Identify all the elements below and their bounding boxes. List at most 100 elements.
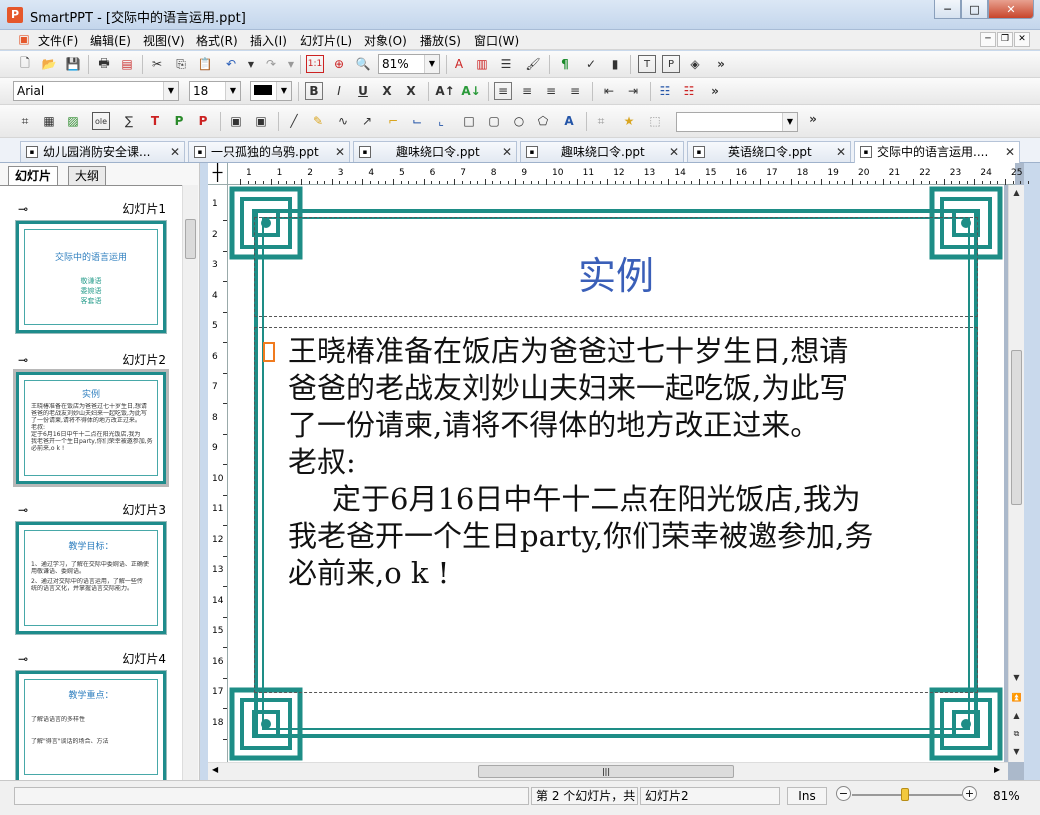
first-slide-icon[interactable]: ⏫ — [1010, 691, 1023, 705]
save-icon[interactable]: 💾 — [64, 55, 82, 73]
star-effect-icon[interactable]: ★ — [620, 112, 638, 130]
bullet-list-icon[interactable]: ☷ — [656, 82, 674, 100]
slide-thumbnail[interactable]: 教学重点： 了解语语言的多样性 了解"得言"谈话的场合、方法 — [15, 670, 167, 780]
justify-icon[interactable]: ≡ — [566, 82, 584, 100]
font-name-combo[interactable]: Arial ▼ — [13, 81, 179, 101]
close-icon[interactable]: ✕ — [170, 142, 180, 162]
scrollbar-thumb[interactable]: ||| — [478, 765, 734, 778]
zoom-fit-icon[interactable]: ⊕ — [330, 55, 348, 73]
slide-entry-2[interactable]: ⊸ 幻灯片2 实例 王晓椿准备在饭店为爸爸过七十岁生日,想请 爸爸的老战友刘妙山… — [0, 343, 182, 493]
list-icon[interactable]: ☰ — [497, 55, 515, 73]
increase-indent-icon[interactable]: ⇥ — [624, 82, 642, 100]
mdi-close-button[interactable]: ✕ — [1014, 32, 1030, 47]
zoom-combo[interactable]: 81% ▼ — [378, 54, 440, 74]
ole-object-icon[interactable]: ole — [92, 112, 110, 130]
menu-edit[interactable]: 编辑(E) — [90, 32, 131, 49]
page-frame-icon[interactable]: ▣ — [227, 112, 245, 130]
tab-document-4[interactable]: ▪ 趣味绕口令.ppt ✕ — [520, 141, 684, 162]
wordart-icon[interactable]: A — [560, 112, 578, 130]
undo-dropdown-icon[interactable]: ▼ — [242, 55, 260, 73]
text-box-icon[interactable]: T — [146, 112, 164, 130]
scroll-left-icon[interactable]: ◀ — [212, 765, 218, 774]
scrollbar-thumb[interactable] — [185, 219, 196, 259]
copy-icon[interactable]: ⎘ — [172, 55, 190, 73]
menu-file[interactable]: 文件(F) — [38, 32, 78, 49]
toolbar-more-icon[interactable]: » — [706, 82, 724, 100]
slide-thumbnail[interactable]: 教学目标： 1、通过学习，了解在交际中委婉语、正确使 用敬谦语、委婉语。 2、通… — [15, 521, 167, 635]
chart-box-icon[interactable]: P — [194, 112, 212, 130]
curved-connector-icon[interactable]: ⌞ — [432, 112, 450, 130]
editor-vertical-scrollbar[interactable]: ▲ ▼ ⏫ ▲ ⧉ ▼ — [1008, 185, 1024, 762]
redo-icon[interactable]: ↷ — [262, 55, 280, 73]
print-icon[interactable]: 🖶 — [95, 55, 113, 73]
format-painter-icon[interactable]: 🖌 — [524, 55, 542, 73]
decrease-font-icon[interactable]: A↓ — [461, 82, 480, 100]
minimize-button[interactable]: ─ — [934, 0, 961, 19]
elbow-connector-icon[interactable]: ⌙ — [408, 112, 426, 130]
ellipse-icon[interactable]: ○ — [510, 112, 528, 130]
align-center-icon[interactable]: ≡ — [518, 82, 536, 100]
open-folder-icon[interactable]: 📂 — [40, 55, 58, 73]
shapes-icon[interactable]: ⬠ — [534, 112, 552, 130]
increase-font-icon[interactable]: A↑ — [435, 82, 454, 100]
font-size-combo[interactable]: 18 ▼ — [189, 81, 241, 101]
chart-icon[interactable]: ▥ — [473, 55, 491, 73]
spell-check-icon[interactable]: ✓ — [582, 55, 600, 73]
menu-insert[interactable]: 插入(I) — [250, 32, 287, 49]
animation-icon[interactable]: ⬚ — [646, 112, 664, 130]
maximize-button[interactable]: □ — [961, 0, 988, 19]
close-icon[interactable]: ✕ — [502, 142, 512, 162]
ruler-origin-icon[interactable]: ┼ — [208, 163, 228, 185]
text-frame-icon[interactable]: T — [638, 55, 656, 73]
vertical-ruler[interactable]: 1 2 3 4 5 6 7 8 9 10 11 12 13 14 15 16 17 18 — [208, 185, 228, 762]
insert-mode[interactable]: Ins — [787, 787, 827, 805]
slide-entry-3[interactable]: ⊸ 幻灯片3 教学目标： 1、通过学习，了解在交际中委婉语、正确使 用敬谦语、委… — [0, 493, 182, 643]
menu-slide[interactable]: 幻灯片(L) — [300, 32, 352, 49]
redo-dropdown-icon[interactable]: ▼ — [282, 55, 300, 73]
actual-size-icon[interactable]: 1:1 — [306, 55, 324, 73]
formula-icon[interactable]: ∑ — [120, 112, 138, 130]
close-icon[interactable]: ✕ — [669, 142, 679, 162]
zoom-icon[interactable]: 🔍 — [354, 55, 372, 73]
close-button[interactable]: ✕ — [988, 0, 1034, 19]
scroll-up-icon[interactable]: ▲ — [1010, 186, 1023, 200]
slide-entry-4[interactable]: ⊸ 幻灯片4 教学重点： 了解语语言的多样性 了解"得言"谈话的场合、方法 — [0, 642, 182, 780]
italic-icon[interactable]: I — [330, 82, 348, 100]
slide-thumbnail[interactable]: 交际中的语言运用 敬谦语 委婉语 客套语 — [15, 220, 167, 334]
group-icon[interactable]: ⌗ — [592, 112, 610, 130]
close-icon[interactable]: ✕ — [335, 142, 345, 162]
cut-icon[interactable]: ✂ — [148, 55, 166, 73]
tab-outline[interactable]: 大纲 — [68, 166, 107, 185]
doc-menu-icon[interactable]: ▣ — [16, 31, 32, 47]
zoom-slider-handle[interactable] — [901, 788, 909, 801]
tab-document-3[interactable]: ▪ 趣味绕口令.ppt ✕ — [353, 141, 517, 162]
menu-view[interactable]: 视图(V) — [143, 32, 185, 49]
tab-document-5[interactable]: ▪ 英语绕口令.ppt ✕ — [687, 141, 851, 162]
scrollbar-thumb[interactable] — [1011, 350, 1022, 505]
toolbar-more-icon[interactable]: » — [804, 110, 822, 128]
clear-format-icon[interactable]: X — [402, 82, 420, 100]
text-style-icon[interactable]: A — [450, 55, 468, 73]
menu-play[interactable]: 播放(S) — [420, 32, 461, 49]
rounded-rect-icon[interactable]: ▢ — [485, 112, 503, 130]
close-icon[interactable]: ✕ — [1005, 142, 1015, 162]
tab-document-2[interactable]: ▪ 一只孤独的乌鸦.ppt ✕ — [188, 141, 350, 162]
slide-entry-1[interactable]: ⊸ 幻灯片1 交际中的语言运用 敬谦语 委婉语 客套语 — [0, 192, 182, 342]
bar-chart-icon[interactable]: ▮ — [606, 55, 624, 73]
slide-list-icon[interactable]: ⧉ — [1010, 727, 1023, 741]
tab-slides[interactable]: 幻灯片 — [8, 166, 59, 185]
pen-icon[interactable]: ✎ — [309, 112, 327, 130]
line-icon[interactable]: ╱ — [285, 112, 303, 130]
picture-box-icon[interactable]: P — [170, 112, 188, 130]
tab-document-1[interactable]: ▪ 幼儿园消防安全课... ✕ — [20, 141, 185, 162]
image-icon[interactable]: ▨ — [64, 112, 82, 130]
mdi-restore-button[interactable]: ❐ — [997, 32, 1013, 47]
select-frame-icon[interactable]: ⌗ — [16, 112, 34, 130]
font-color-combo[interactable]: ▼ — [250, 81, 292, 101]
slides-scrollbar[interactable] — [182, 185, 198, 780]
slide-thumbnail-selected[interactable]: 实例 王晓椿准备在饭店为爸爸过七十岁生日,想请 爸爸的老战友刘妙山夫妇来一起吃饭… — [13, 369, 169, 487]
horizontal-ruler[interactable]: 1 1 2 3 4 5 6 7 8 9 10 11 12 13 14 15 16 17 18 19 20 21 22 23 24… — [228, 163, 1029, 185]
undo-icon[interactable]: ↶ — [222, 55, 240, 73]
export-pdf-icon[interactable]: ▤ — [118, 55, 136, 73]
menu-object[interactable]: 对象(O) — [364, 32, 407, 49]
